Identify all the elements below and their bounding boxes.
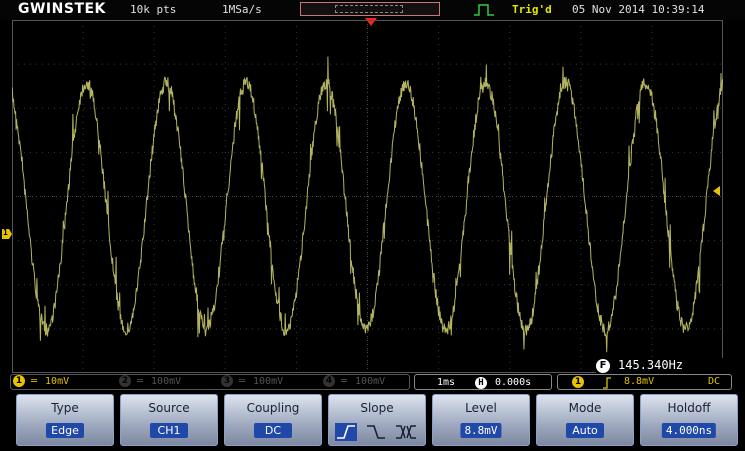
rising-edge-icon: [603, 377, 611, 389]
trigger-source-badge: 1: [572, 376, 584, 388]
softkey-type-value: Edge: [46, 423, 84, 438]
softkey-mode-value: Auto: [566, 423, 604, 438]
dc-coupling-icon: ═: [31, 376, 38, 387]
ch1-scale-info[interactable]: 1 ═ 10mV: [13, 375, 69, 392]
graticule: [12, 20, 723, 373]
trigger-level-value: 8.8mV: [624, 376, 655, 387]
frequency-icon: F: [596, 359, 610, 373]
softkey-level-title: Level: [465, 401, 497, 415]
horizontal-position-icon: H: [475, 377, 487, 389]
softkey-holdoff-title: Holdoff: [667, 401, 711, 415]
ch4-badge: 4: [323, 375, 335, 387]
dc-coupling-icon: ═: [137, 376, 144, 387]
softkey-slope-title: Slope: [360, 401, 394, 415]
softkey-mode-title: Mode: [568, 401, 602, 415]
sample-rate: 1MSa/s: [222, 3, 262, 16]
ch4-scale: 100mV: [355, 376, 386, 387]
date-time: 05 Nov 2014 10:39:14: [572, 3, 705, 16]
timebase-scale: 1ms: [437, 377, 456, 388]
ch1-badge: 1: [13, 375, 25, 387]
memory-view-window: [335, 5, 403, 13]
softkey-source-title: Source: [148, 401, 190, 415]
trigger-coupling: DC: [708, 376, 721, 387]
softkey-source-value: CH1: [150, 423, 188, 438]
either-slope-icon: [396, 425, 416, 439]
ch3-scale: 100mV: [253, 376, 284, 387]
softkey-coupling-value: DC: [254, 423, 292, 438]
slope-options: [335, 423, 421, 441]
channel-scales: 1 ═ 10mV 2 ═ 100mV 3 ═ 100mV 4 ═ 100mV: [10, 374, 410, 390]
brand-logo: GWINSTEK: [18, 1, 106, 17]
softkey-source[interactable]: Source CH1: [120, 394, 218, 446]
softkey-type-title: Type: [51, 401, 79, 415]
record-length: 10k pts: [130, 3, 177, 16]
frequency-value: 145.340Hz: [618, 358, 684, 372]
softkey-holdoff[interactable]: Holdoff 4.000ns: [640, 394, 738, 446]
frequency-readout: F 145.340Hz: [596, 358, 728, 373]
dc-coupling-icon: ═: [341, 376, 348, 387]
trigger-menu: Type Edge Source CH1 Coupling DC Slope L…: [0, 392, 745, 451]
memory-bar: [300, 2, 440, 16]
ch1-scale: 10mV: [45, 376, 70, 387]
softkey-type[interactable]: Type Edge: [16, 394, 114, 446]
ch2-scale: 100mV: [151, 376, 182, 387]
softkey-mode[interactable]: Mode Auto: [536, 394, 634, 446]
trigger-status: Trig'd: [512, 3, 552, 16]
trigger-info[interactable]: 1 8.8mV DC: [557, 374, 732, 390]
softkey-holdoff-value: 4.000ns: [661, 423, 717, 438]
ch4-scale-info[interactable]: 4 ═ 100mV: [323, 375, 385, 392]
ch1-marker-label: 1: [3, 228, 8, 237]
softkey-level[interactable]: Level 8.8mV: [432, 394, 530, 446]
ch2-scale-info[interactable]: 2 ═ 100mV: [119, 375, 181, 392]
pulse-icon: [474, 4, 494, 16]
horizontal-position: 0.000s: [495, 377, 532, 388]
status-row: 1 ═ 10mV 2 ═ 100mV 3 ═ 100mV 4 ═ 100mV 1ms H 0.0…: [0, 374, 745, 391]
rising-slope-icon: [335, 423, 357, 441]
ch3-badge: 3: [221, 375, 233, 387]
softkey-coupling-title: Coupling: [246, 401, 300, 415]
top-status-bar: GWINSTEK 10k pts 1MSa/s Trig'd 05 Nov 20…: [0, 0, 745, 20]
dc-coupling-icon: ═: [239, 376, 246, 387]
ch2-badge: 2: [119, 375, 131, 387]
timebase-info[interactable]: 1ms H 0.000s: [414, 374, 552, 390]
falling-slope-icon: [367, 425, 385, 439]
ch3-scale-info[interactable]: 3 ═ 100mV: [221, 375, 283, 392]
softkey-level-value: 8.8mV: [460, 423, 502, 438]
trigger-level-marker-icon[interactable]: [713, 186, 720, 196]
softkey-coupling[interactable]: Coupling DC: [224, 394, 322, 446]
softkey-slope[interactable]: Slope: [328, 394, 426, 446]
waveform-display[interactable]: [12, 20, 723, 373]
